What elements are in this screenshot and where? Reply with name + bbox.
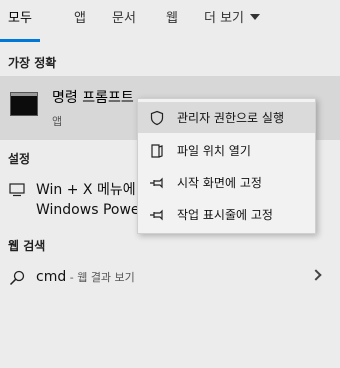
command-prompt-icon <box>10 92 38 116</box>
menu-item-label: 시작 화면에 고정 <box>177 176 262 190</box>
settings-item-line1: Win + X 메뉴에 <box>36 182 136 198</box>
settings-heading: 설정 <box>8 152 31 166</box>
web-search-result[interactable]: cmd - 웹 결과 보기 <box>0 262 340 294</box>
tab-all[interactable]: 모두 <box>0 0 40 42</box>
menu-item-run-as-admin[interactable]: 관리자 권한으로 실행 <box>138 102 315 133</box>
menu-item-label: 관리자 권한으로 실행 <box>177 111 284 125</box>
tab-more-label: 더 보기 <box>204 11 245 26</box>
settings-item-text: Win + X 메뉴에 Windows PowerShell <box>36 180 146 220</box>
tab-more[interactable]: 더 보기 <box>204 0 261 42</box>
web-search-suffix: - 웹 결과 보기 <box>66 271 135 284</box>
menu-item-label: 작업 표시줄에 고정 <box>177 208 273 222</box>
app-type: 앱 <box>52 115 63 128</box>
menu-item-label: 파일 위치 열기 <box>177 144 251 158</box>
best-match-heading: 가장 정확 <box>8 56 57 70</box>
web-search-text: cmd - 웹 결과 보기 <box>36 269 135 285</box>
chevron-down-icon <box>250 14 261 20</box>
tab-documents[interactable]: 문서 <box>112 0 136 42</box>
menu-item-open-file-location[interactable]: 파일 위치 열기 <box>138 135 315 166</box>
pin-icon <box>150 209 163 221</box>
context-menu: 관리자 권한으로 실행 파일 위치 열기 시작 화면에 고정 작업 표시줄에 고… <box>137 98 316 234</box>
web-search-query: cmd <box>36 269 67 285</box>
settings-item-line2: Windows PowerShell <box>36 202 146 218</box>
folder-open-icon <box>151 144 163 158</box>
chevron-right-icon[interactable] <box>310 269 322 281</box>
tab-web[interactable]: 웹 <box>166 0 178 42</box>
menu-item-pin-to-start[interactable]: 시작 화면에 고정 <box>138 167 315 198</box>
search-filter-tabs: 모두 앱 문서 웹 더 보기 <box>0 0 340 42</box>
search-icon <box>9 270 25 286</box>
shield-icon <box>150 110 164 126</box>
menu-item-pin-to-taskbar[interactable]: 작업 표시줄에 고정 <box>138 199 315 230</box>
monitor-icon <box>9 183 25 197</box>
app-name: 명령 프롬프트 <box>52 90 134 106</box>
tab-apps[interactable]: 앱 <box>74 0 86 42</box>
web-search-heading: 웹 검색 <box>8 239 46 253</box>
pin-icon <box>150 177 163 189</box>
